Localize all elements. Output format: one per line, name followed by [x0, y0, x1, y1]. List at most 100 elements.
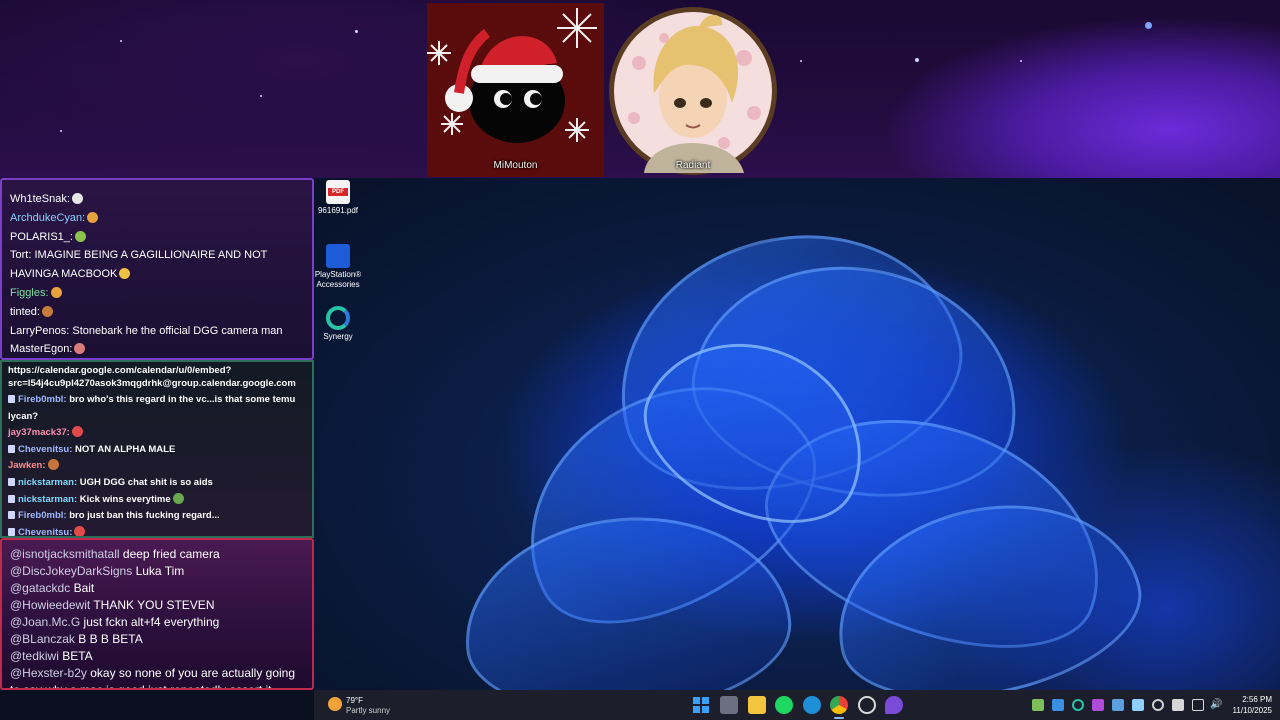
desktop-icon-playstation-accessories[interactable]: PlayStation® Accessories: [314, 244, 366, 290]
chat-panel-youtube[interactable]: @isnotjacksmithatall deep fried camera @D…: [0, 538, 314, 690]
webcam-radiant: Radiant: [604, 3, 782, 177]
desktop-icon-label: 961691.pdf: [317, 206, 359, 215]
chat-message: Tort: IMAGINE BEING A GAGILLIONAIRE AND …: [10, 246, 304, 284]
network-icon[interactable]: [1192, 699, 1204, 711]
tray-icon[interactable]: [1172, 699, 1184, 711]
badge-icon: [8, 444, 15, 453]
chat-username[interactable]: Chevenitsu:: [18, 527, 72, 536]
tray-icon[interactable]: [1112, 699, 1124, 711]
emote-icon: [71, 193, 83, 204]
steam-icon[interactable]: [1132, 699, 1144, 711]
emote-icon: [74, 343, 86, 355]
emote-icon: [71, 426, 83, 438]
chat-message: Figgles:: [10, 284, 304, 303]
chat-username[interactable]: Chevenitsu:: [18, 444, 72, 455]
chat-username[interactable]: Figgles:: [10, 287, 49, 299]
playstation-accessories-icon: [326, 244, 350, 268]
chat-username[interactable]: @gatackdc: [10, 581, 70, 595]
chat-message: Jawken:: [8, 458, 306, 475]
star: [1020, 60, 1022, 62]
start-button[interactable]: [692, 696, 710, 714]
desktop-icon-label: Synergy: [323, 332, 353, 341]
chat-text: lycan?: [8, 410, 39, 422]
chat-message: @Hexster-b2y okay so none of you are act…: [10, 665, 304, 688]
chat-username[interactable]: tinted:: [10, 306, 40, 318]
chat-text: Stonebark he the official DGG camera man: [72, 324, 283, 337]
chat-text: THANK YOU STEVEN: [93, 598, 215, 612]
chat-message: @Joan.Mc.G just fckn alt+f4 everything: [10, 614, 304, 631]
chat-username[interactable]: MasterEgon:: [10, 343, 72, 355]
tray-icon[interactable]: [1092, 699, 1104, 711]
emote-icon: [74, 230, 86, 242]
chat-message: @Howieedewit THANK YOU STEVEN: [10, 597, 304, 614]
chat-username[interactable]: @isnotjacksmithatall: [10, 547, 120, 561]
chat-message: Wh1teSnak:: [10, 190, 304, 209]
chat-message: tinted:: [10, 303, 304, 322]
chat-url-line: src=l54j4cu9pl4270asok3mqgdrhk@group.cal…: [8, 378, 296, 389]
emote-icon: [74, 525, 86, 536]
chat-username[interactable]: ArchdukeCyan:: [10, 212, 85, 224]
chat-username[interactable]: Fireb0mbl:: [18, 510, 67, 521]
app-purple-icon[interactable]: [885, 696, 903, 714]
desktop-icon-pdf[interactable]: PDF 961691.pdf: [314, 180, 366, 216]
chat-username[interactable]: @Howieedewit: [10, 598, 90, 612]
chat-text: Bait: [73, 581, 95, 595]
chat-message: nickstarman: Kick wins everytime: [8, 492, 306, 509]
chat-text: bro just ban this fucking regard...: [69, 510, 220, 522]
star: [60, 130, 62, 132]
file-explorer-icon[interactable]: [748, 696, 766, 714]
chat-username[interactable]: Jawken:: [8, 460, 46, 471]
star: [355, 30, 358, 33]
emote-icon: [119, 268, 131, 280]
emote-icon: [41, 305, 53, 317]
desktop-icon-synergy[interactable]: Synergy: [314, 306, 366, 342]
chat-username[interactable]: @Joan.Mc.G: [10, 615, 80, 629]
chat-message: @tedkiwi BETA: [10, 648, 304, 665]
chat-username[interactable]: Fireb0mbl:: [18, 394, 67, 405]
chat-message: ArchdukeCyan:: [10, 209, 304, 228]
chat-username[interactable]: POLARIS1_:: [10, 231, 73, 243]
webcam-label-radiant: Radiant: [675, 160, 711, 171]
chat-username[interactable]: nickstarman:: [18, 494, 77, 505]
chat-username[interactable]: @tedkiwi: [10, 649, 59, 663]
chat-message: @isnotjacksmithatall deep fried camera: [10, 546, 304, 563]
desktop-icon-label: PlayStation® Accessories: [314, 270, 362, 289]
tray-icon[interactable]: [1032, 699, 1044, 711]
chat-text: B B B BETA: [78, 632, 143, 646]
chat-username[interactable]: @Hexster-b2y: [10, 666, 87, 680]
edge-icon[interactable]: [803, 696, 821, 714]
weather-desc: Partly sunny: [346, 706, 391, 715]
clock[interactable]: 2:56 PM 11/10/2025: [1214, 694, 1272, 716]
chat-text: bro who's this regard in the vc...is tha…: [69, 394, 296, 405]
chat-text: just fckn alt+f4 everything: [83, 615, 220, 629]
chat-username[interactable]: Wh1teSnak:: [10, 193, 70, 205]
spotify-icon[interactable]: [775, 696, 793, 714]
chrome-icon[interactable]: [830, 696, 848, 714]
weather-widget[interactable]: 79°F Partly sunny: [328, 694, 418, 716]
chat-panel-twitch[interactable]: Wh1teSnak: ArchdukeCyan: POLARIS1_: Tort: I…: [0, 178, 314, 360]
chat-text: BETA: [62, 649, 93, 663]
tray-icon[interactable]: [1152, 699, 1164, 711]
chat-message: @BLanczak B B B BETA: [10, 631, 304, 648]
badge-icon: [8, 477, 15, 486]
synergy-icon: [326, 306, 350, 330]
star: [120, 40, 122, 42]
weather-temp: 79°F: [346, 696, 363, 705]
chat-message: nickstarman: UGH DGG chat shit is so aid…: [8, 475, 306, 492]
taskbar: 79°F Partly sunny 🔊 2:56 PM 11/10/2025: [314, 690, 1280, 720]
chat-username[interactable]: @DiscJokeyDarkSigns: [10, 564, 132, 578]
obs-icon[interactable]: [858, 696, 876, 714]
windows-logo-icon: [693, 697, 709, 713]
chat-username[interactable]: @BLanczak: [10, 632, 75, 646]
tray-icon[interactable]: [1052, 699, 1064, 711]
windows-desktop[interactable]: PDF 961691.pdf PlayStation® Accessories …: [314, 178, 1280, 690]
chat-panel-kick[interactable]: https://calendar.google.com/calendar/u/0…: [0, 360, 314, 538]
synergy-tray-icon[interactable]: [1072, 699, 1084, 711]
chat-message: jay37mack37:: [8, 425, 306, 442]
chat-username[interactable]: LarryPenos:: [10, 325, 69, 337]
task-view-icon[interactable]: [720, 696, 738, 714]
emote-icon: [50, 286, 62, 298]
chat-username[interactable]: nickstarman:: [18, 477, 77, 488]
chat-username[interactable]: Tort:: [10, 249, 31, 261]
chat-username[interactable]: jay37mack37:: [8, 427, 70, 438]
